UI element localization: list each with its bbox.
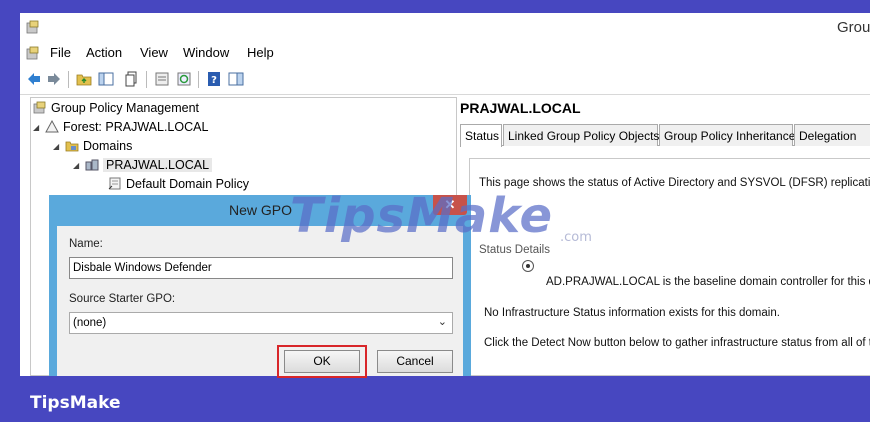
- dialog-body: Name: Source Starter GPO: (none) ⌄ OK Ca…: [57, 226, 463, 378]
- menu-view[interactable]: View: [140, 45, 168, 60]
- gpm-app-icon: [26, 20, 39, 34]
- menu-help[interactable]: Help: [247, 45, 274, 60]
- domains-folder-icon: [65, 141, 79, 152]
- copy-icon[interactable]: [124, 71, 140, 87]
- detect-now-hint: Click the Detect Now button below to gat…: [484, 337, 870, 349]
- tree-node-root[interactable]: Group Policy Management: [33, 101, 199, 115]
- details-title: PRAJWAL.LOCAL: [460, 100, 581, 116]
- menu-window[interactable]: Window: [183, 45, 229, 60]
- tree-node-domain[interactable]: ◢ PRAJWAL.LOCAL: [73, 158, 213, 172]
- screenshot-frame: Grou File Action View Window Help ? Grou…: [0, 0, 870, 422]
- svg-text:?: ?: [211, 75, 217, 86]
- tree-label: Group Policy Management: [51, 101, 199, 115]
- help-icon[interactable]: ?: [206, 71, 222, 87]
- chevron-down-icon: ⌄: [437, 316, 447, 328]
- domain-icon: [85, 159, 99, 171]
- tree-label: PRAJWAL.LOCAL: [103, 158, 213, 172]
- tree-label: Forest: PRAJWAL.LOCAL: [63, 120, 209, 134]
- tab-status[interactable]: Status: [460, 124, 502, 147]
- tab-gp-inheritance[interactable]: Group Policy Inheritance: [659, 124, 795, 146]
- ok-button[interactable]: OK: [284, 350, 360, 373]
- watermark-logo: TipsMake: [290, 188, 554, 244]
- tree-label: Default Domain Policy: [126, 177, 249, 191]
- cancel-button[interactable]: Cancel: [377, 350, 453, 373]
- expand-details-icon[interactable]: [522, 260, 534, 272]
- tree-node-default-domain-policy[interactable]: Default Domain Policy: [108, 177, 249, 191]
- up-folder-icon[interactable]: [76, 71, 92, 87]
- baseline-dc-text: AD.PRAJWAL.LOCAL is the baseline domain …: [546, 276, 870, 288]
- tree-node-forest[interactable]: ◢ Forest: PRAJWAL.LOCAL: [33, 120, 208, 134]
- toolbar-separator: [146, 71, 147, 88]
- forest-icon: [45, 120, 59, 133]
- system-menu-icon[interactable]: [26, 46, 40, 60]
- menu-action[interactable]: Action: [86, 45, 122, 60]
- gpo-name-input[interactable]: [69, 257, 453, 279]
- toolbar: ?: [20, 65, 870, 95]
- gpm-icon: [33, 101, 46, 114]
- toolbar-separator: [68, 71, 69, 88]
- gpo-link-icon: [108, 177, 121, 190]
- tree-node-domains[interactable]: ◢ Domains: [53, 139, 132, 153]
- expand-arrow-icon[interactable]: ◢: [53, 142, 62, 151]
- starter-gpo-value: (none): [73, 317, 107, 329]
- toolbar-separator: [198, 71, 199, 88]
- starter-gpo-label: Source Starter GPO:: [69, 293, 176, 305]
- show-hide-console-tree-icon[interactable]: [98, 71, 114, 87]
- expand-arrow-icon[interactable]: ◢: [33, 123, 42, 132]
- no-infrastructure-text: No Infrastructure Status information exi…: [484, 307, 780, 319]
- details-tabs: Status Linked Group Policy Objects Group…: [460, 124, 870, 147]
- watermark-domain: .com: [560, 230, 592, 245]
- name-label: Name:: [69, 238, 103, 250]
- menu-bar: File Action View Window Help: [20, 41, 870, 65]
- title-bar: Grou: [20, 13, 870, 41]
- expand-arrow-icon[interactable]: ◢: [73, 161, 82, 170]
- status-details-label: Status Details: [479, 244, 550, 256]
- starter-gpo-select[interactable]: (none) ⌄: [69, 312, 453, 334]
- properties-icon[interactable]: [154, 71, 170, 87]
- tab-linked-gpos[interactable]: Linked Group Policy Objects: [503, 124, 659, 146]
- back-arrow-icon[interactable]: [26, 71, 42, 87]
- action-pane-icon[interactable]: [228, 71, 244, 87]
- window-title: Grou: [837, 19, 870, 36]
- tab-delegation[interactable]: Delegation: [794, 124, 870, 146]
- refresh-icon[interactable]: [176, 71, 192, 87]
- forward-arrow-icon[interactable]: [46, 71, 62, 87]
- brand-caption: TipsMake: [30, 393, 121, 413]
- menu-file[interactable]: File: [50, 45, 71, 60]
- dialog-title: New GPO: [229, 202, 293, 218]
- tree-label: Domains: [83, 139, 133, 153]
